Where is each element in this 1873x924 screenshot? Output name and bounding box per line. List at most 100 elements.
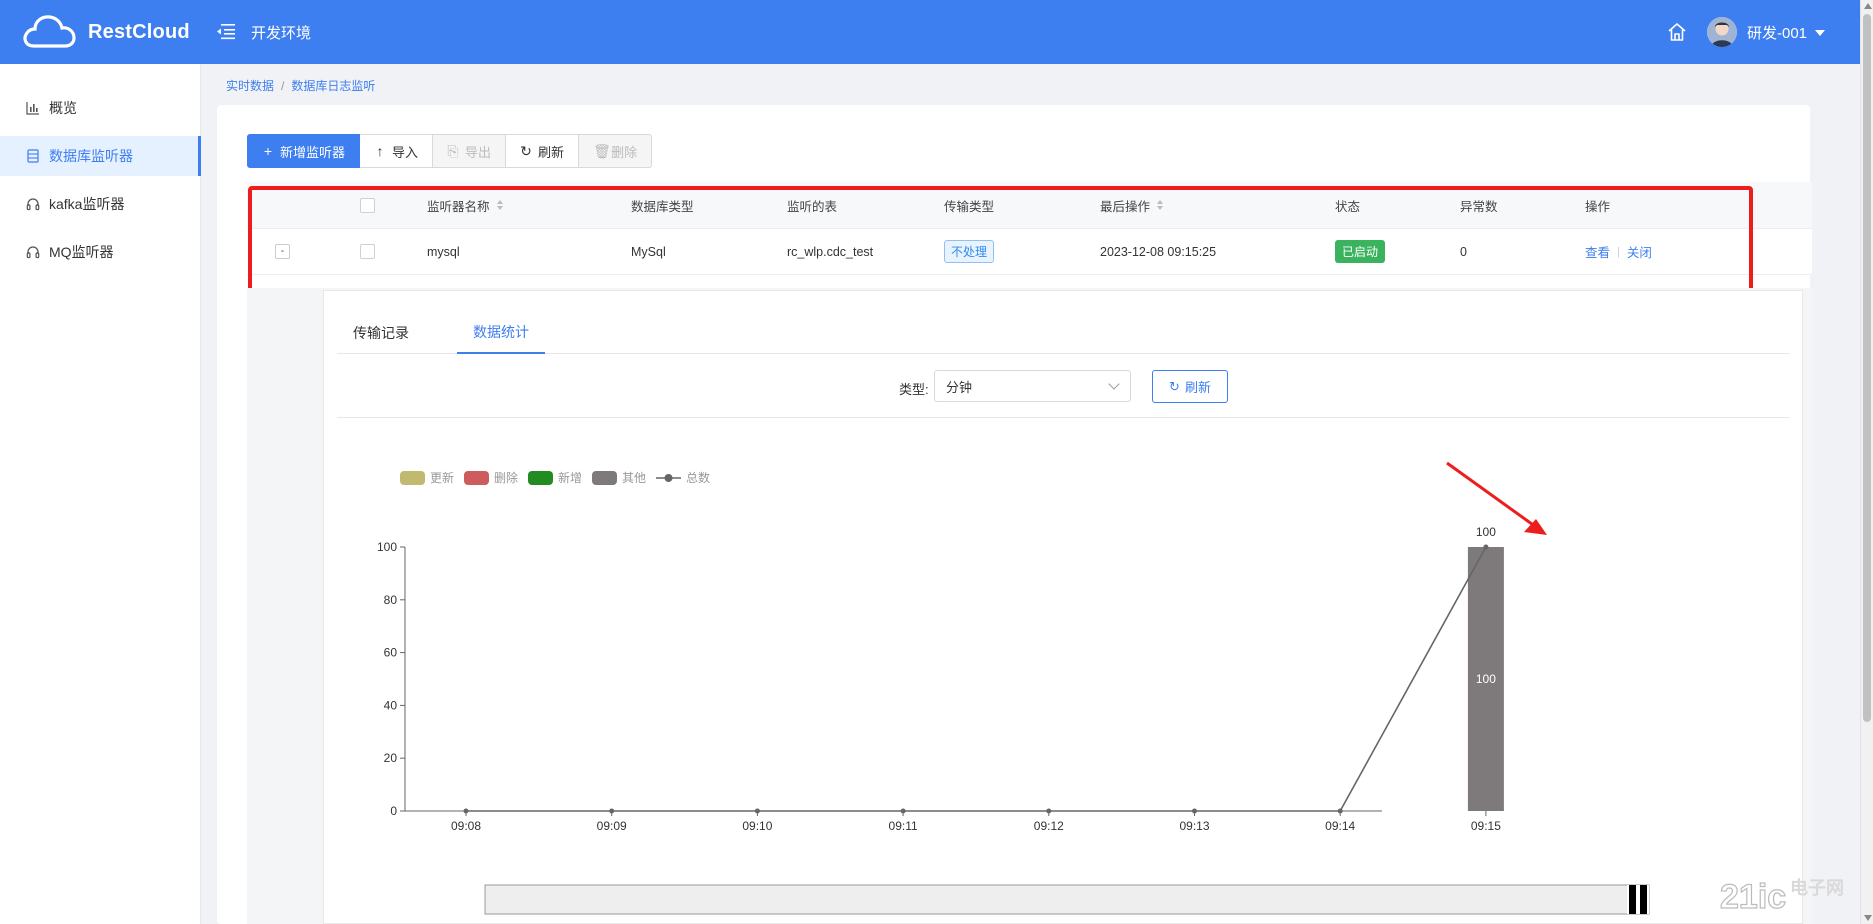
sidebar-item-overview[interactable]: 概览 — [0, 88, 201, 128]
zoom-handle-left[interactable] — [1629, 885, 1636, 914]
chart-refresh-button[interactable]: ↻ 刷新 — [1152, 370, 1228, 403]
export-button[interactable]: ⎘ 导出 — [433, 134, 507, 168]
cell-status: 已启动 — [1335, 229, 1386, 274]
import-button[interactable]: ↑ 导入 — [360, 134, 434, 168]
legend-item-删除[interactable]: 删除 — [464, 470, 518, 485]
table-header: 监听器名称 数据库类型 监听的表 传输类型 最后操作 状态 异常数 操作 — [247, 182, 1812, 229]
toolbar: + 新增监听器 ↑ 导入 ⎘ 导出 ↻ 刷新 🗑 删除 — [247, 134, 653, 168]
type-select[interactable]: 分钟 — [934, 370, 1131, 402]
status-badge: 已启动 — [1335, 240, 1386, 263]
cell-db-type: MySql — [631, 244, 666, 259]
environment-title: 开发环境 — [251, 25, 312, 42]
line-point-09:09[interactable] — [609, 808, 615, 814]
export-icon: ⎘ — [447, 142, 459, 159]
y-tick-label: 20 — [384, 751, 398, 765]
legend-label: 总数 — [686, 470, 710, 485]
chart-filter-row: 类型: 分钟 ↻ 刷新 — [337, 365, 1790, 418]
database-icon — [27, 149, 39, 163]
tab-transfer-records[interactable]: 传输记录 — [353, 312, 409, 354]
header-errors: 异常数 — [1460, 182, 1498, 228]
sort-icon[interactable] — [496, 199, 503, 211]
sidebar-item-label: 概览 — [49, 100, 77, 116]
sort-icon[interactable] — [1157, 199, 1164, 211]
top-header: RestCloud 开发环境 研发-001 — [0, 0, 1860, 64]
view-link[interactable]: 查看 — [1585, 242, 1610, 261]
checkbox-box[interactable] — [360, 244, 375, 259]
cell-name: mysql — [427, 244, 460, 259]
action-divider: | — [1617, 245, 1620, 258]
scroll-down-icon[interactable] — [1864, 915, 1872, 921]
row-expand-cell: - — [275, 229, 290, 274]
red-arrow-annotation — [1446, 461, 1547, 535]
cell-actions: 查看 | 关闭 — [1585, 229, 1652, 274]
header-actions: 操作 — [1585, 182, 1610, 228]
sidebar-item-kafka-listener[interactable]: kafka监听器 — [0, 184, 201, 224]
legend-point — [664, 474, 673, 482]
x-tick-label: 09:13 — [1179, 819, 1209, 833]
zoom-handle-right[interactable] — [1640, 885, 1647, 914]
sidebar-item-label: 数据库监听器 — [49, 148, 133, 164]
scrollbar-thumb[interactable] — [1863, 14, 1871, 722]
y-tick-label: 80 — [384, 593, 398, 607]
delete-button[interactable]: 🗑 删除 — [579, 134, 653, 168]
header-table-label: 监听的表 — [787, 199, 838, 214]
line-point-09:14[interactable] — [1337, 808, 1343, 814]
header-transfer-type: 传输类型 — [944, 182, 994, 228]
x-tick-label: 09:12 — [1034, 819, 1064, 833]
header-last-op[interactable]: 最后操作 — [1100, 182, 1164, 228]
breadcrumb-separator: / — [281, 79, 285, 93]
breadcrumb-item-db-log[interactable]: 数据库日志监听 — [291, 79, 375, 93]
legend-label: 新增 — [558, 470, 582, 485]
line-point-09:13[interactable] — [1192, 808, 1197, 814]
line-point-09:12[interactable] — [1046, 808, 1052, 814]
avatar[interactable] — [1707, 17, 1737, 47]
sidebar-item-mq-listener[interactable]: MQ监听器 — [0, 232, 201, 272]
tab-data-statistics[interactable]: 数据统计 — [457, 312, 545, 354]
row-checkbox[interactable] — [360, 229, 375, 274]
x-tick-label: 09:11 — [889, 819, 918, 833]
refresh-button[interactable]: ↻ 刷新 — [506, 134, 580, 168]
legend-item-更新[interactable]: 更新 — [400, 470, 454, 485]
scroll-up-icon[interactable] — [1864, 3, 1872, 9]
line-point-09:08[interactable] — [463, 808, 469, 814]
checkbox-box[interactable] — [360, 197, 375, 213]
chart-zoom-slider[interactable] — [484, 884, 1650, 915]
caret-down-icon[interactable] — [1815, 30, 1825, 36]
header-status: 状态 — [1335, 182, 1360, 228]
header-name[interactable]: 监听器名称 — [427, 182, 503, 228]
plus-icon: + — [263, 143, 273, 159]
select-all-checkbox[interactable] — [360, 182, 375, 228]
legend-item-其他[interactable]: 其他 — [592, 471, 646, 485]
sidebar-item-database-listener[interactable]: 数据库监听器 — [0, 136, 201, 176]
legend-label: 删除 — [494, 470, 518, 485]
user-name[interactable]: 研发-001 — [1747, 22, 1807, 43]
x-tick-label: 09:14 — [1325, 819, 1355, 833]
breadcrumb-item-realtime[interactable]: 实时数据 — [226, 79, 274, 93]
chart-bars: 100 — [1467, 547, 1504, 811]
add-listener-button[interactable]: + 新增监听器 — [247, 134, 361, 168]
line-总数 — [466, 546, 1487, 812]
line-point-09:11[interactable] — [900, 808, 906, 814]
line-point-09:10[interactable] — [754, 808, 760, 814]
line-point-09:15[interactable] — [1483, 544, 1489, 550]
legend-item-新增[interactable]: 新增 — [528, 470, 582, 485]
user-avatar-icon — [1707, 17, 1737, 47]
x-tick-label: 09:10 — [742, 819, 772, 833]
logo-text: RestCloud — [88, 20, 190, 43]
logo[interactable]: RestCloud — [20, 12, 190, 52]
svg-text:电子网: 电子网 — [1790, 877, 1844, 899]
y-tick-label: 40 — [384, 698, 398, 712]
zoom-track[interactable] — [484, 884, 1650, 915]
menu-fold-icon[interactable] — [216, 22, 236, 40]
header-last-op-label: 最后操作 — [1100, 199, 1151, 214]
legend-item-总数[interactable]: 总数 — [656, 470, 710, 485]
bar-chart-icon — [26, 102, 39, 115]
close-link[interactable]: 关闭 — [1627, 242, 1652, 261]
collapse-row-button[interactable]: - — [275, 244, 290, 259]
cell-errors: 0 — [1460, 244, 1467, 259]
export-label: 导出 — [465, 144, 492, 160]
chart-refresh-label: 刷新 — [1184, 380, 1211, 395]
detail-tabs: 传输记录 数据统计 — [337, 312, 1790, 354]
home-icon[interactable] — [1666, 21, 1688, 43]
vertical-scrollbar[interactable] — [1860, 0, 1873, 924]
